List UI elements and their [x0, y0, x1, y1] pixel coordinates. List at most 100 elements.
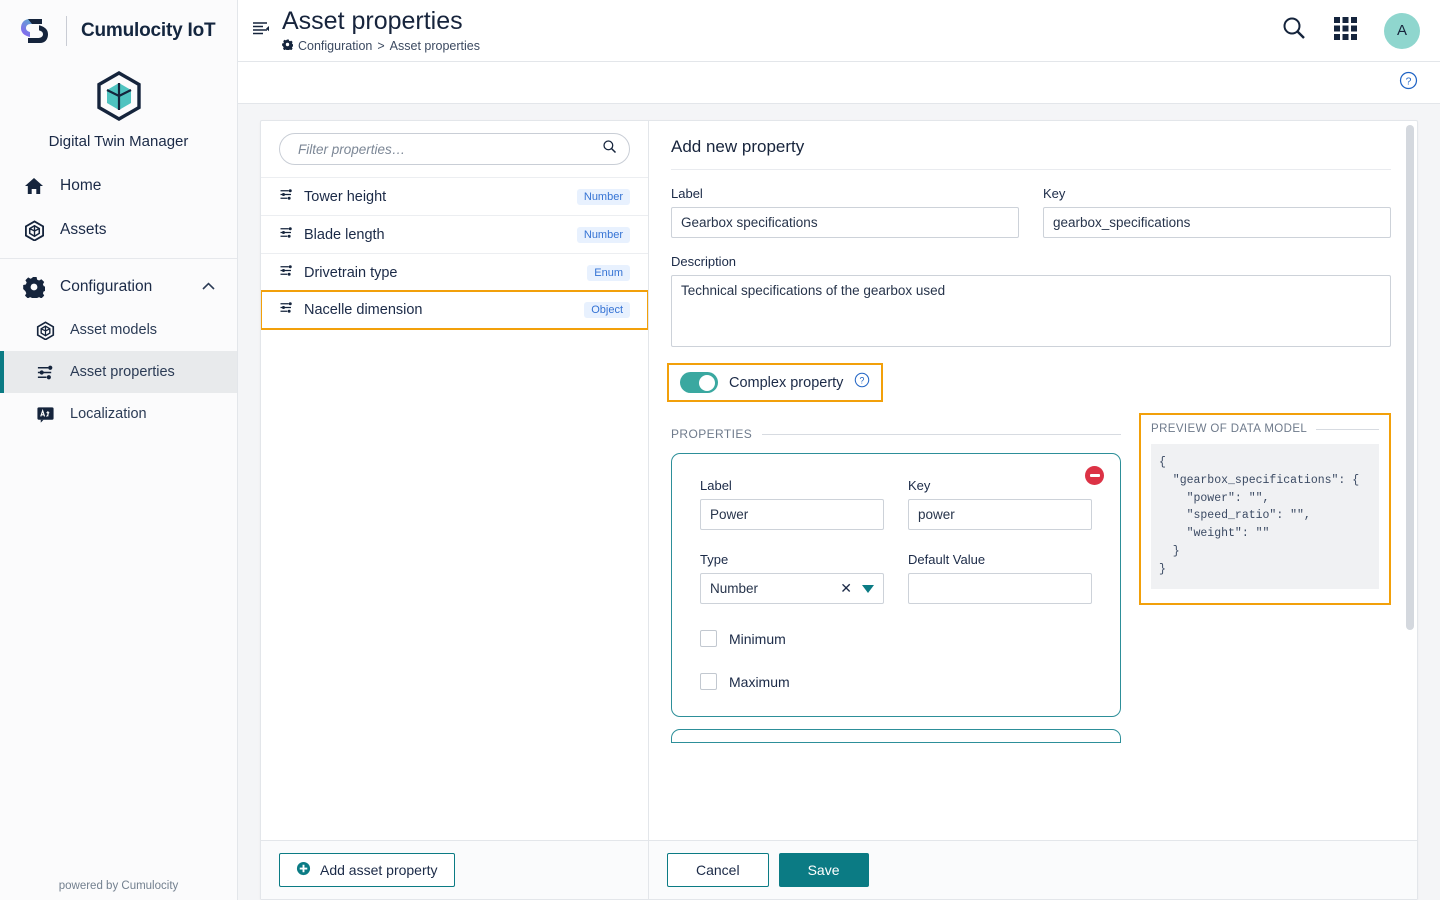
sub-type-caption: Type	[700, 552, 729, 567]
app-switcher-icon[interactable]	[1333, 16, 1358, 46]
table-row[interactable]: Blade length Number	[261, 215, 648, 253]
sidebar-item-home[interactable]: Home	[0, 164, 237, 208]
key-field-group: Key	[1043, 186, 1391, 238]
svg-text:?: ?	[860, 375, 865, 385]
page-title: Asset properties	[282, 7, 463, 36]
default-value-input[interactable]	[908, 573, 1092, 604]
preview-divider	[1316, 428, 1379, 430]
form-heading: Add new property	[671, 137, 1391, 170]
table-row[interactable]: Nacelle dimension Object	[261, 290, 648, 330]
table-row[interactable]: Drivetrain type Enum	[261, 253, 648, 291]
sub-type-field-group: Type Number ✕	[700, 552, 884, 604]
sub-type-default-row: Type Number ✕ Default Value	[700, 552, 1092, 604]
avatar-initial: A	[1396, 22, 1407, 39]
filter-wrapper	[261, 121, 648, 177]
property-type-badge: Number	[576, 188, 630, 205]
clear-selection-icon[interactable]: ✕	[836, 580, 862, 597]
minimum-checkbox[interactable]	[700, 630, 717, 647]
product-header: Digital Twin Manager	[0, 62, 237, 164]
preview-title: PREVIEW OF DATA MODEL	[1151, 423, 1308, 435]
property-type-badge: Object	[584, 302, 630, 318]
cube-icon	[22, 219, 46, 241]
sidebar-item-asset-models[interactable]: Asset models	[0, 309, 237, 351]
description-field-group: Description Technical specifications of …	[671, 254, 1391, 352]
sliders-icon	[34, 363, 56, 382]
properties-legend-label: PROPERTIES	[671, 427, 753, 441]
chevron-down-icon[interactable]	[862, 584, 874, 593]
sidebar-item-localization[interactable]: Localization	[0, 393, 237, 435]
sidebar-item-label-assets: Assets	[60, 221, 107, 238]
maximum-checkbox[interactable]	[700, 673, 717, 690]
properties-legend: PROPERTIES	[671, 427, 1121, 441]
remove-sub-property-button[interactable]	[1085, 466, 1104, 485]
powered-by-label: powered by Cumulocity	[58, 880, 179, 892]
sidebar-item-assets[interactable]: Assets	[0, 208, 237, 252]
search-icon[interactable]	[602, 139, 617, 159]
description-field-caption: Description	[671, 254, 737, 269]
avatar[interactable]: A	[1384, 12, 1420, 49]
subbar: ?	[238, 62, 1440, 104]
sub-label-field-group: Label	[700, 478, 884, 530]
cancel-button[interactable]: Cancel	[667, 853, 769, 887]
property-name: Blade length	[304, 226, 385, 243]
property-form-panel: Add new property Label Key	[649, 121, 1417, 899]
gear-icon	[282, 39, 294, 53]
label-key-row: Label Key	[671, 186, 1391, 238]
sidebar-group-label: Configuration	[60, 278, 153, 295]
preview-of-data-model-panel: PREVIEW OF DATA MODEL { "gearbox_specifi…	[1139, 413, 1391, 605]
form-scroll-region: Add new property Label Key	[649, 121, 1417, 840]
add-asset-property-label: Add asset property	[320, 862, 438, 878]
product-title: Digital Twin Manager	[48, 133, 189, 150]
question-circle-icon[interactable]: ?	[854, 372, 870, 393]
complex-property-toggle[interactable]	[680, 372, 718, 393]
sub-default-caption: Default Value	[908, 552, 986, 567]
scrollbar-thumb[interactable]	[1406, 125, 1414, 630]
breadcrumb-root[interactable]: Configuration	[298, 39, 372, 53]
digital-twin-cube-icon	[0, 70, 237, 127]
property-name: Nacelle dimension	[304, 302, 423, 318]
type-select[interactable]: Number ✕	[700, 573, 884, 604]
help-icon[interactable]: ?	[1399, 71, 1418, 95]
label-field-caption: Label	[671, 186, 703, 201]
sub-label-input[interactable]	[700, 499, 884, 530]
sliders-icon	[279, 263, 294, 283]
list-footer: Add asset property	[261, 840, 648, 899]
table-row[interactable]: Tower height Number	[261, 177, 648, 215]
search-icon[interactable]	[1281, 15, 1307, 46]
save-button[interactable]: Save	[778, 853, 869, 887]
properties-and-preview: PROPERTIES Label Power Key power Type Nu…	[671, 413, 1391, 743]
sub-property-card: Label Key	[671, 453, 1121, 717]
sidebar-group-configuration[interactable]: Configuration	[0, 265, 237, 309]
collapse-sidebar-icon[interactable]	[252, 20, 270, 43]
sidebar-item-label-localization: Localization	[70, 406, 147, 422]
search-input[interactable]	[296, 140, 602, 158]
sidebar-item-asset-properties[interactable]: Asset properties	[0, 351, 237, 393]
key-input[interactable]	[1043, 207, 1391, 238]
card-body: Tower height Number Bla	[261, 121, 1417, 899]
maximum-row: Maximum	[700, 673, 1092, 690]
topbar: Asset properties Configuration > Asset p…	[238, 0, 1440, 62]
sub-label-caption: Label	[700, 478, 732, 493]
topbar-actions: A	[1281, 12, 1420, 49]
cube-icon	[34, 320, 56, 340]
minus-icon	[1089, 474, 1100, 477]
sub-properties-column: PROPERTIES Label Power Key power Type Nu…	[671, 413, 1121, 743]
property-type-badge: Enum	[587, 264, 630, 281]
add-asset-property-button[interactable]: Add asset property	[279, 853, 455, 887]
preview-code-block: { "gearbox_specifications": { "power": "…	[1151, 444, 1379, 589]
sub-label-key-row: Label Key	[700, 478, 1092, 530]
breadcrumb: Configuration > Asset properties	[282, 39, 480, 53]
maximum-label: Maximum	[729, 673, 790, 690]
form-footer: Cancel Save	[649, 840, 1417, 899]
description-textarea[interactable]: Technical specifications of the gearbox …	[671, 275, 1391, 347]
scrollbar-track[interactable]	[1406, 121, 1417, 899]
brand-divider	[66, 16, 67, 46]
toggle-knob	[699, 374, 715, 391]
sliders-icon	[279, 300, 294, 320]
asset-properties-card: Tower height Number Bla	[260, 120, 1418, 900]
complex-property-toggle-group[interactable]: Complex property ?	[666, 363, 884, 402]
label-input[interactable]	[671, 207, 1019, 238]
sub-key-input[interactable]	[908, 499, 1092, 530]
filter-box[interactable]	[279, 133, 630, 165]
minimum-label: Minimum	[729, 630, 786, 647]
